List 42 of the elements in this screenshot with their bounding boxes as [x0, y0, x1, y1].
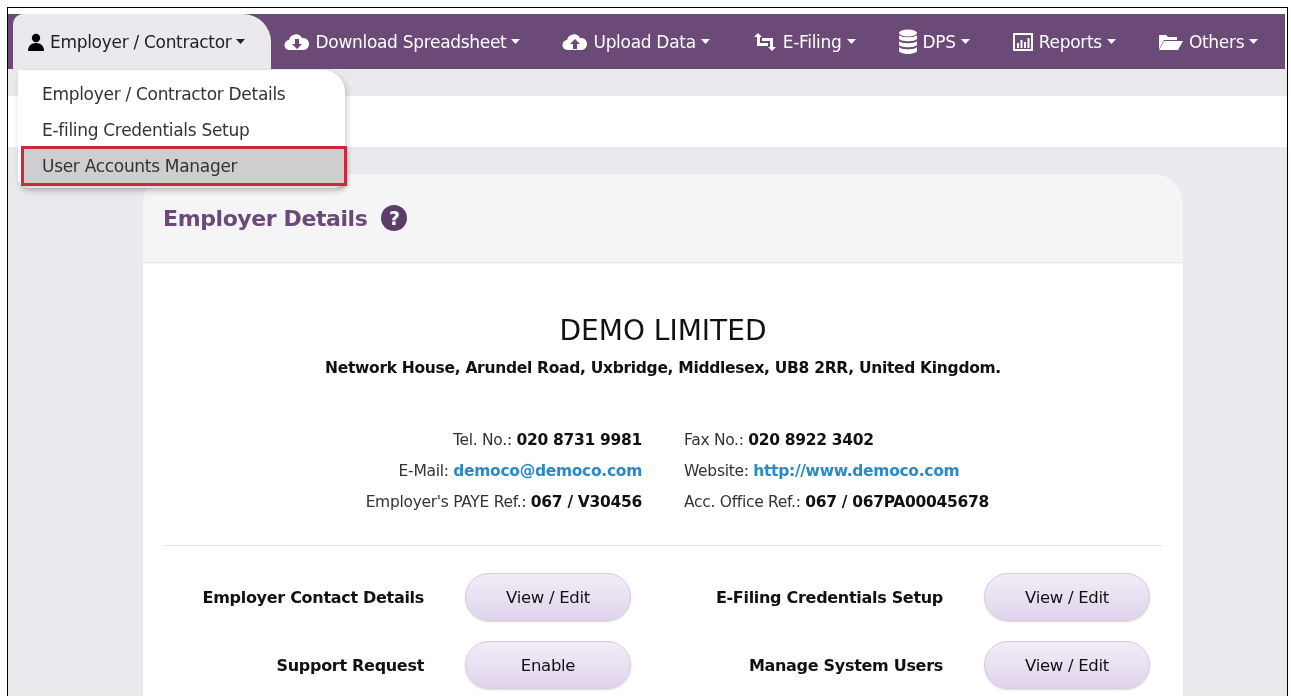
dropdown-menu-item[interactable]: E-filing Credentials Setup [18, 112, 345, 148]
dropdown-menu-item[interactable]: User Accounts Manager [23, 148, 345, 184]
contact-info: Website: http://www.democo.com [684, 461, 960, 482]
contact-info: Tel. No.: 020 8731 9981 [453, 430, 642, 451]
action-label: E-Filing Credentials Setup [715, 587, 943, 607]
card-title: Employer Details [163, 205, 368, 231]
contact-link[interactable]: http://www.democo.com [753, 462, 960, 480]
folder-icon [1157, 32, 1184, 51]
caret-icon [511, 39, 521, 44]
caret-icon [1106, 39, 1116, 44]
action-label: Manage System Users [748, 655, 943, 675]
contact-info: Fax No.: 020 8922 3402 [684, 430, 874, 451]
contact-info: Acc. Office Ref.: 067 / 067PA00045678 [684, 492, 989, 513]
dropdown-menu-item[interactable]: Employer / Contractor Details [18, 76, 345, 112]
company-address: Network House, Arundel Road, Uxbridge, Middlesex, UB8 2RR, United Kingdom. [325, 359, 1001, 377]
caret-icon [236, 39, 246, 44]
caret-icon [1249, 39, 1259, 44]
bar-chart-icon [1011, 31, 1034, 52]
caret-icon [846, 39, 856, 44]
caret-icon [960, 39, 970, 44]
cloud-download-icon [284, 32, 311, 51]
nav-menu-item[interactable]: Employer / Contractor [13, 14, 272, 69]
person-icon [27, 32, 45, 51]
action-button[interactable]: View / Edit [465, 573, 631, 621]
contact-link[interactable]: democo@democo.com [453, 462, 642, 480]
nav-menu-item[interactable]: Reports [990, 14, 1137, 69]
action-button[interactable]: Enable [465, 641, 631, 689]
contact-info: E-Mail: democo@democo.com [398, 461, 642, 482]
contact-info: Employer's PAYE Ref.: 067 / V30456 [365, 492, 642, 513]
action-button[interactable]: View / Edit [984, 641, 1150, 689]
database-icon [897, 28, 918, 55]
nav-menu-item[interactable]: E-Filing [730, 14, 877, 69]
action-label: Support Request [276, 655, 424, 675]
nav-menu-item[interactable]: Others [1136, 14, 1280, 69]
action-button[interactable]: View / Edit [984, 573, 1150, 621]
nav-menu-item[interactable]: DPS [876, 14, 991, 69]
company-name: DEMO LIMITED [559, 314, 767, 347]
action-label: Employer Contact Details [202, 587, 424, 607]
help-icon[interactable]: ? [381, 205, 408, 231]
nav-menu-item[interactable]: Upload Data [541, 14, 731, 69]
cloud-upload-icon [562, 32, 589, 51]
caret-icon [700, 39, 710, 44]
